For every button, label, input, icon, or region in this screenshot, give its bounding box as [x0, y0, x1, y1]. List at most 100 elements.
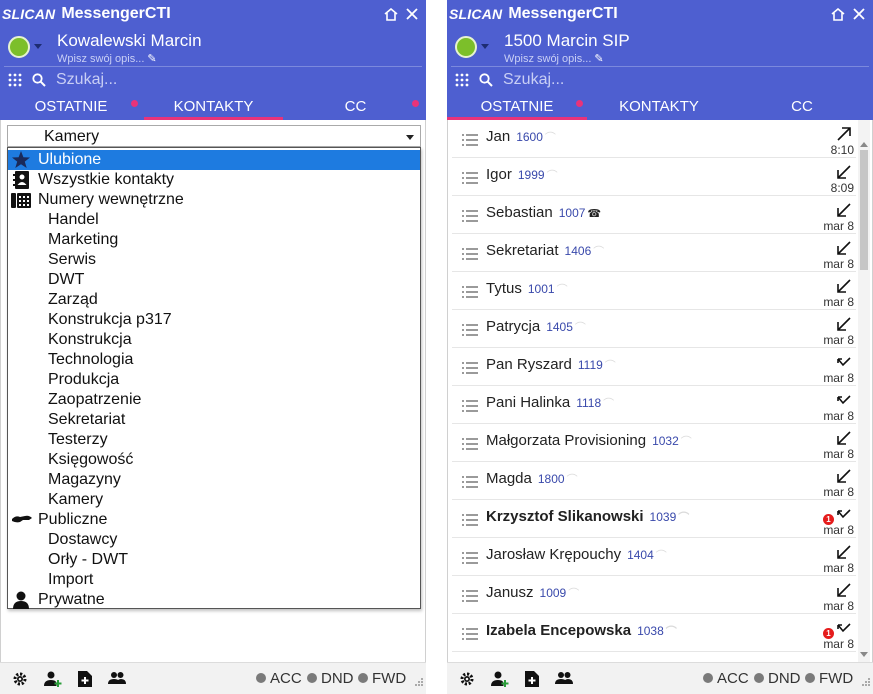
dropdown-option-zarzad[interactable]: Zarząd [8, 290, 420, 310]
group-icon[interactable] [108, 671, 126, 690]
settings-gear-icon[interactable] [12, 671, 28, 692]
dropdown-option-technologia[interactable]: Technologia [8, 350, 420, 370]
recent-call-row[interactable]: Pan Ryszard 1119 ⌒ mar 8 [452, 348, 856, 386]
scrollbar-thumb[interactable] [860, 150, 868, 270]
contact-number[interactable]: 1119 [578, 358, 603, 372]
contact-number[interactable]: 1032 [652, 434, 679, 448]
dialpad-icon[interactable] [455, 73, 469, 92]
dialpad-icon[interactable] [8, 73, 22, 92]
list-menu-icon[interactable] [462, 133, 478, 151]
settings-gear-icon[interactable] [459, 671, 475, 692]
contact-number[interactable]: 1038 [637, 624, 664, 638]
fwd-status[interactable]: FWD [805, 670, 853, 687]
add-contact-icon[interactable] [44, 671, 62, 692]
contact-number[interactable]: 1406 [565, 244, 592, 258]
home-icon[interactable] [831, 7, 845, 21]
dropdown-option-sekretariat[interactable]: Sekretariat [8, 410, 420, 430]
close-icon[interactable] [853, 8, 865, 20]
dropdown-option-prywatne[interactable]: Prywatne [8, 590, 420, 610]
dropdown-option-import[interactable]: Import [8, 570, 420, 590]
list-menu-icon[interactable] [462, 475, 478, 493]
user-description[interactable]: Wpisz swój opis... ✎ [57, 52, 157, 65]
recent-call-row[interactable]: Krzysztof Slikanowski 1039 ⌒ 1 mar 8 [452, 500, 856, 538]
list-menu-icon[interactable] [462, 437, 478, 455]
list-menu-icon[interactable] [462, 323, 478, 341]
recent-call-row[interactable]: Patrycja 1405 ⌒ mar 8 [452, 310, 856, 348]
scroll-up-arrow-icon[interactable] [860, 142, 868, 147]
contact-group-select[interactable]: Kamery [7, 125, 421, 147]
add-document-icon[interactable] [525, 671, 539, 692]
presence-status-icon[interactable] [455, 36, 477, 58]
chevron-down-icon[interactable] [34, 44, 42, 49]
dnd-status[interactable]: DND [307, 670, 354, 687]
list-menu-icon[interactable] [462, 209, 478, 227]
dropdown-option-magazyny[interactable]: Magazyny [8, 470, 420, 490]
dropdown-option-serwis[interactable]: Serwis [8, 250, 420, 270]
scroll-down-arrow-icon[interactable] [860, 652, 868, 657]
dropdown-option-zaopatrzenie[interactable]: Zaopatrzenie [8, 390, 420, 410]
close-icon[interactable] [406, 8, 418, 20]
recent-call-row[interactable]: Sekretariat 1406 ⌒ mar 8 [452, 234, 856, 272]
contact-number[interactable]: 1007 [559, 206, 586, 220]
add-document-icon[interactable] [78, 671, 92, 692]
user-description[interactable]: Wpisz swój opis... ✎ [504, 52, 604, 65]
dropdown-option-wszystkie-kontakty[interactable]: Wszystkie kontakty [8, 170, 420, 190]
home-icon[interactable] [384, 7, 398, 21]
contact-number[interactable]: 1009 [540, 586, 567, 600]
pencil-icon[interactable]: ✎ [594, 53, 603, 65]
dropdown-option-dwt[interactable]: DWT [8, 270, 420, 290]
contact-number[interactable]: 1001 [528, 282, 555, 296]
dropdown-option-produkcja[interactable]: Produkcja [8, 370, 420, 390]
list-menu-icon[interactable] [462, 627, 478, 645]
dropdown-option-ulubione[interactable]: Ulubione [8, 150, 420, 170]
tab-contacts[interactable]: KONTAKTY [144, 94, 283, 120]
recent-call-row[interactable]: Janusz 1009 ⌒ mar 8 [452, 576, 856, 614]
recent-call-row[interactable]: Magda 1800 ⌒ mar 8 [452, 462, 856, 500]
dropdown-option-orly-dwt[interactable]: Orły - DWT [8, 550, 420, 570]
list-menu-icon[interactable] [462, 399, 478, 417]
contact-number[interactable]: 1118 [576, 396, 601, 410]
recent-call-row[interactable]: Tytus 1001 ⌒ mar 8 [452, 272, 856, 310]
dropdown-option-konstrukcja-p317[interactable]: Konstrukcja p317 [8, 310, 420, 330]
vertical-scrollbar[interactable] [858, 120, 870, 662]
recent-call-row[interactable]: Igor 1999 ⌒ 8:09 [452, 158, 856, 196]
recent-call-row[interactable]: Izabela Encepowska 1038 ⌒ 1 mar 8 [452, 614, 856, 652]
recent-call-row[interactable]: Jarosław Krępouchy 1404 ⌒ mar 8 [452, 538, 856, 576]
fwd-status[interactable]: FWD [358, 670, 406, 687]
list-menu-icon[interactable] [462, 589, 478, 607]
list-menu-icon[interactable] [462, 513, 478, 531]
dropdown-option-publiczne[interactable]: Publiczne [8, 510, 420, 530]
dnd-status[interactable]: DND [754, 670, 801, 687]
tab-cc[interactable]: CC [285, 94, 426, 120]
resize-grip-icon[interactable] [414, 673, 423, 691]
contact-number[interactable]: 1039 [650, 510, 677, 524]
list-menu-icon[interactable] [462, 171, 478, 189]
pencil-icon[interactable]: ✎ [147, 53, 156, 65]
acc-status[interactable]: ACC [703, 670, 749, 687]
dropdown-option-numery-wewnetrzne[interactable]: Numery wewnętrzne [8, 190, 420, 210]
list-menu-icon[interactable] [462, 285, 478, 303]
list-menu-icon[interactable] [462, 247, 478, 265]
dropdown-option-handel[interactable]: Handel [8, 210, 420, 230]
contact-number[interactable]: 1405 [546, 320, 573, 334]
recent-call-row[interactable]: Sebastian 1007 ☎ mar 8 [452, 196, 856, 234]
tab-recent[interactable]: OSTATNIE [0, 94, 142, 120]
recent-call-row[interactable]: Jan 1600 ⌒ 8:10 [452, 120, 856, 158]
recent-call-row[interactable]: Pani Halinka 1118 ⌒ mar 8 [452, 386, 856, 424]
group-icon[interactable] [555, 671, 573, 690]
dropdown-option-marketing[interactable]: Marketing [8, 230, 420, 250]
search-input[interactable] [503, 69, 853, 91]
contact-number[interactable]: 1999 [518, 168, 545, 182]
dropdown-option-ksiegowosc[interactable]: Księgowość [8, 450, 420, 470]
chevron-down-icon[interactable] [481, 44, 489, 49]
contact-number[interactable]: 1800 [538, 472, 565, 486]
presence-status-icon[interactable] [8, 36, 30, 58]
tab-recent[interactable]: OSTATNIE [447, 94, 587, 120]
dropdown-option-konstrukcja[interactable]: Konstrukcja [8, 330, 420, 350]
list-menu-icon[interactable] [462, 551, 478, 569]
contact-number[interactable]: 1600 [516, 130, 543, 144]
search-input[interactable] [56, 69, 406, 91]
dropdown-option-dostawcy[interactable]: Dostawcy [8, 530, 420, 550]
list-menu-icon[interactable] [462, 361, 478, 379]
resize-grip-icon[interactable] [861, 673, 870, 691]
